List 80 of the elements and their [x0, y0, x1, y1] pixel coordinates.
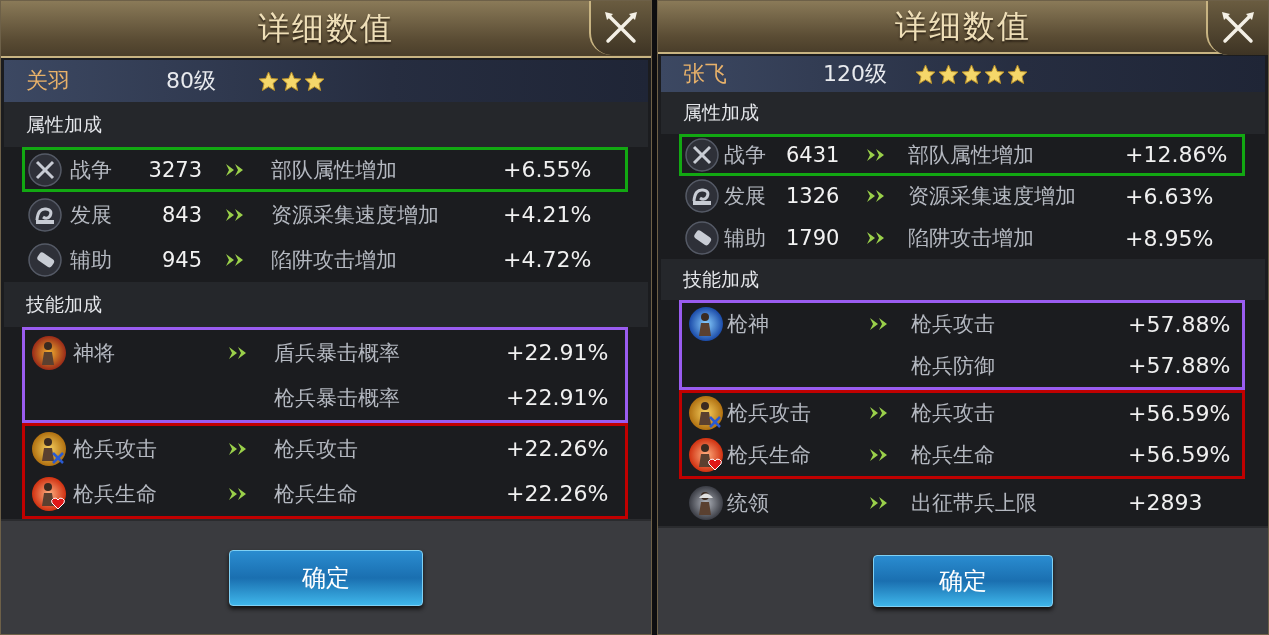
confirm-button[interactable]: 确定 [873, 555, 1053, 608]
star-icon [304, 70, 325, 92]
section-title: 属性加成 [26, 111, 102, 137]
hero-name: 关羽 [26, 67, 71, 96]
effect-label: 枪兵攻击 [911, 400, 996, 428]
close-icon [603, 10, 639, 46]
section-title: 技能加成 [26, 291, 102, 317]
crossed-swords-icon [685, 137, 719, 172]
effect-value: +12.86% [1125, 142, 1229, 168]
effect-value: +6.55% [503, 157, 593, 183]
star-icon [984, 63, 1005, 85]
skill-name: 枪兵生命 [73, 480, 158, 508]
effect-value: +57.88% [1128, 311, 1232, 337]
figure-sword-icon [688, 395, 724, 432]
effect-value: +56.59% [1128, 442, 1232, 468]
attribute-points: 6431 [785, 142, 840, 167]
effect-label: 盾兵暴击概率 [274, 339, 401, 367]
effect-label: 陷阱攻击增加 [908, 225, 1035, 252]
section-title: 属性加成 [683, 100, 759, 126]
effect-label: 部队属性增加 [908, 141, 1035, 169]
attribute-name: 发展 [70, 201, 113, 229]
star-icon [961, 63, 982, 85]
close-icon [1220, 10, 1256, 46]
effect-label: 部队属性增加 [271, 156, 398, 184]
figure-icon [688, 306, 724, 343]
dialog-title: 详细数值 [258, 7, 394, 49]
close-button[interactable] [589, 1, 651, 55]
star-icon [1007, 63, 1028, 85]
effect-value: +56.59% [1128, 400, 1232, 426]
attribute-points: 1790 [785, 226, 840, 250]
skill-name: 枪兵生命 [727, 441, 812, 469]
effect-value: +6.63% [1125, 183, 1215, 209]
dialog-title: 详细数值 [895, 5, 1031, 47]
effect-label: 枪兵暴击概率 [274, 384, 401, 412]
effect-label: 枪兵生命 [274, 480, 359, 508]
effect-value: +22.91% [506, 385, 610, 411]
crossed-swords-icon [28, 152, 62, 187]
effect-label: 资源采集速度增加 [908, 183, 1077, 211]
skill-name: 统领 [727, 489, 770, 517]
effect-label: 枪兵攻击 [911, 311, 996, 339]
skill-name: 枪兵攻击 [727, 400, 812, 428]
attribute-name: 辅助 [70, 246, 113, 274]
star-icon [938, 63, 959, 85]
effect-label: 枪兵生命 [911, 441, 996, 469]
hero-name: 张飞 [683, 60, 728, 89]
attribute-name: 战争 [70, 156, 113, 184]
effect-value: +8.95% [1125, 225, 1215, 251]
effect-value: +22.26% [506, 436, 610, 462]
section-title: 技能加成 [683, 266, 759, 292]
attribute-name: 发展 [724, 183, 767, 211]
skill-name: 枪神 [727, 311, 770, 339]
attribute-name: 辅助 [724, 225, 767, 252]
hero-level: 120级 [823, 60, 888, 89]
figure-icon [31, 334, 67, 371]
close-button[interactable] [1206, 1, 1268, 55]
attribute-points: 3273 [147, 157, 203, 182]
effect-label: 枪兵攻击 [274, 435, 359, 463]
star-icon [281, 70, 302, 92]
effect-value: +22.91% [506, 340, 610, 366]
skill-name: 神将 [73, 339, 116, 367]
attribute-points: 1326 [785, 184, 840, 209]
attribute-points: 843 [160, 202, 203, 227]
effect-value: +4.21% [503, 202, 593, 228]
hero-level: 80级 [166, 67, 217, 96]
star-icon [258, 70, 279, 92]
effect-value: +4.72% [503, 247, 593, 273]
attribute-points: 945 [160, 247, 203, 272]
skill-name: 枪兵攻击 [73, 435, 158, 463]
effect-value: +2893 [1128, 490, 1204, 516]
effect-value: +57.88% [1128, 353, 1232, 379]
figure-helmet-icon [688, 484, 724, 521]
effect-label: 陷阱攻击增加 [271, 246, 398, 274]
attribute-name: 战争 [724, 141, 767, 169]
confirm-button[interactable]: 确定 [229, 549, 423, 606]
effect-label: 出征带兵上限 [911, 489, 1038, 517]
effect-value: +22.26% [506, 481, 610, 507]
effect-label: 资源采集速度增加 [271, 201, 440, 229]
star-icon [915, 63, 936, 85]
figure-sword-icon [31, 430, 67, 467]
effect-label: 枪兵防御 [911, 352, 996, 380]
